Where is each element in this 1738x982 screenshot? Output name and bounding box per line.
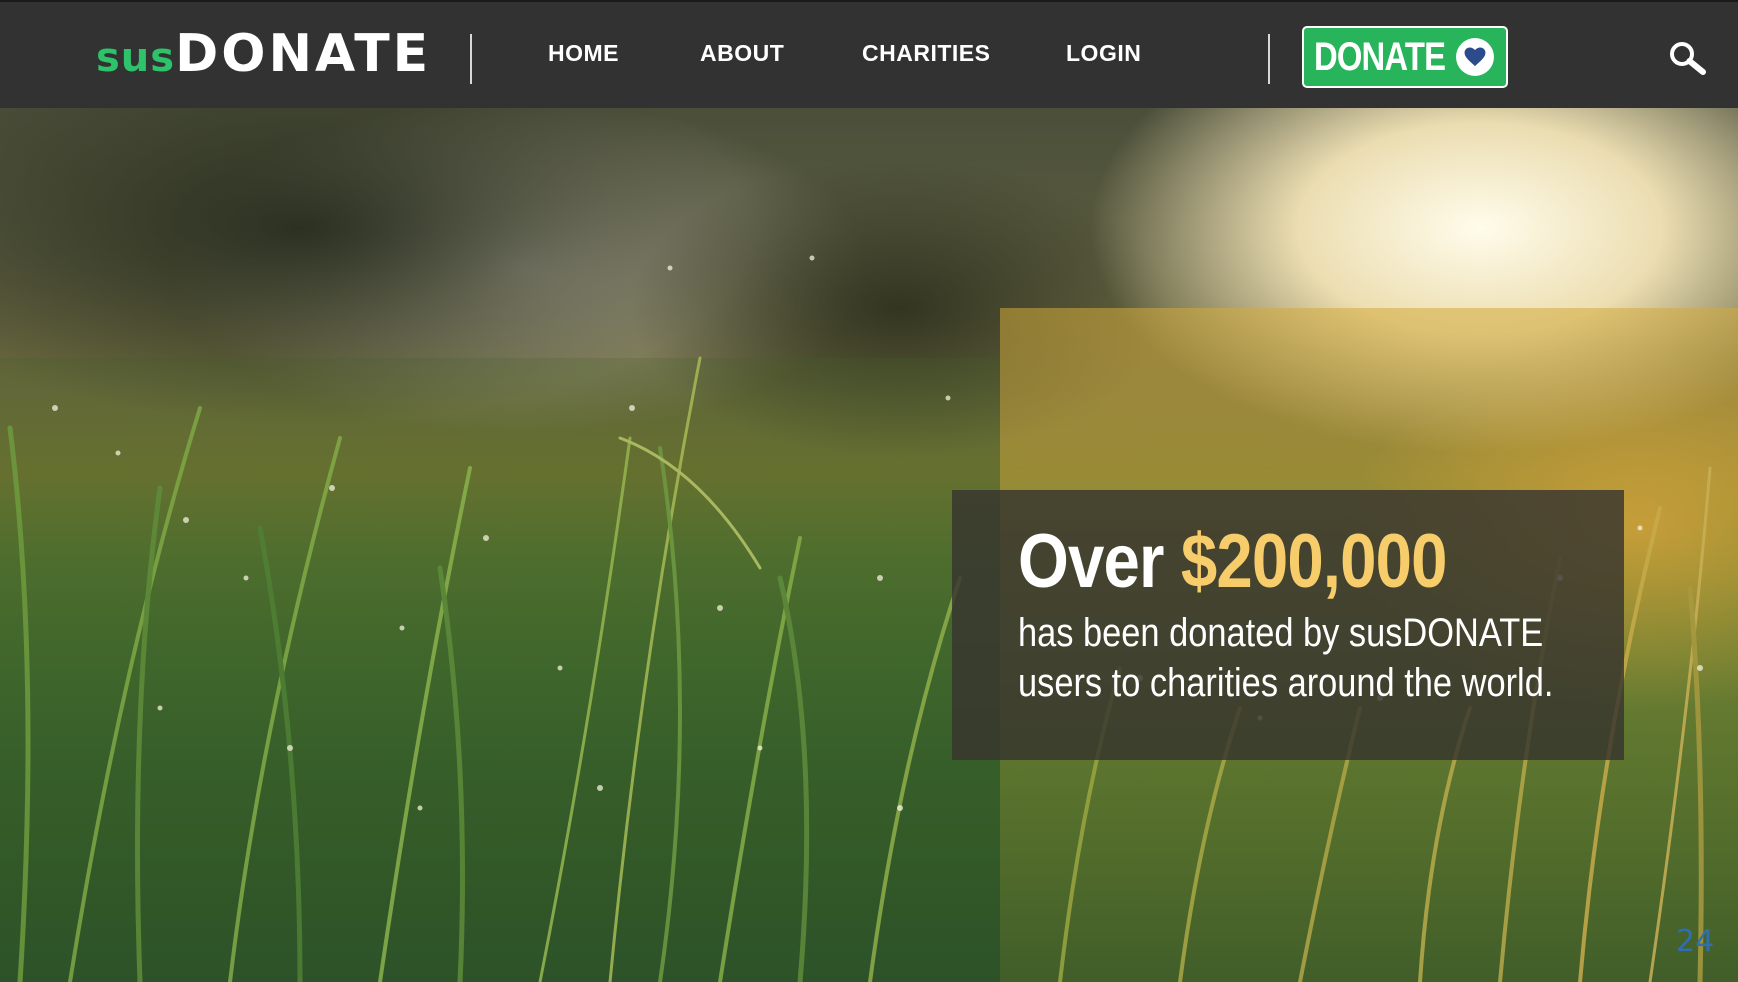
nav-divider-right — [1268, 34, 1270, 84]
slide-frame: sus DONATE HOME ABOUT CHARITIES LOGIN DO… — [0, 0, 1738, 982]
description-line-1: has been donated by susDONATE — [1018, 611, 1544, 655]
headline-amount: $200,000 — [1180, 519, 1448, 604]
logo-wordmark: DONATE — [175, 24, 432, 84]
hero-banner: Over $200,000 has been donated by susDON… — [0, 108, 1738, 982]
logo-prefix: sus — [96, 35, 176, 81]
description-line-2: users to charities around the world. — [1018, 661, 1554, 705]
nav-link-charities[interactable]: CHARITIES — [862, 40, 990, 67]
nav-link-about[interactable]: ABOUT — [700, 40, 784, 67]
nav-link-home[interactable]: HOME — [548, 40, 619, 67]
slide-number: 24 — [1676, 924, 1715, 959]
headline-prefix: Over — [1018, 519, 1164, 604]
donation-stat-headline: Over $200,000 — [1018, 518, 1447, 605]
donation-stat-callout: Over $200,000 has been donated by susDON… — [952, 490, 1624, 760]
top-navbar: sus DONATE HOME ABOUT CHARITIES LOGIN DO… — [0, 0, 1738, 108]
search-icon[interactable] — [1668, 40, 1708, 76]
nav-link-login[interactable]: LOGIN — [1066, 40, 1141, 67]
site-logo[interactable]: sus DONATE — [96, 24, 431, 86]
nav-divider-left — [470, 34, 472, 84]
heart-icon — [1456, 38, 1494, 76]
donate-button-label: DONATE — [1314, 34, 1446, 79]
donate-button[interactable]: DONATE — [1302, 26, 1508, 88]
donation-stat-description: has been donated by susDONATE users to c… — [1018, 608, 1554, 708]
